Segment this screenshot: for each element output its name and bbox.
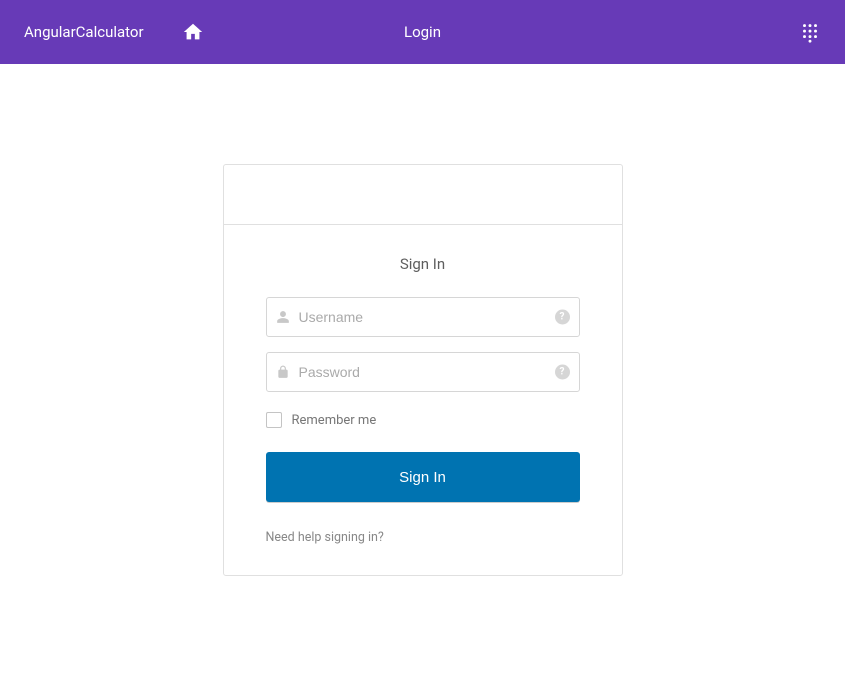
user-icon [276,310,290,324]
header-left: AngularCalculator [24,21,204,43]
login-card-header [224,165,622,225]
home-icon[interactable] [182,21,204,43]
password-input-wrap: ? [266,352,580,392]
login-card-body: Sign In ? ? Remember me Sign In [224,225,622,575]
app-title: AngularCalculator [24,23,144,41]
login-card: Sign In ? ? Remember me Sign In [223,164,623,576]
lock-icon [276,365,290,379]
username-input-wrap: ? [266,297,580,337]
password-input[interactable] [266,352,580,392]
help-icon[interactable]: ? [555,365,570,380]
help-icon[interactable]: ? [555,310,570,325]
remember-me-label[interactable]: Remember me [292,413,377,428]
remember-me-checkbox[interactable] [266,412,282,428]
signin-title: Sign In [266,255,580,273]
username-input[interactable] [266,297,580,337]
login-nav-label[interactable]: Login [404,23,441,41]
header-right [799,21,821,43]
help-signing-in-link[interactable]: Need help signing in? [266,530,384,545]
main-content: Sign In ? ? Remember me Sign In [0,64,845,576]
keypad-icon[interactable] [799,21,821,43]
signin-button[interactable]: Sign In [266,452,580,502]
app-header: AngularCalculator Login [0,0,845,64]
remember-me-wrap: Remember me [266,412,580,428]
